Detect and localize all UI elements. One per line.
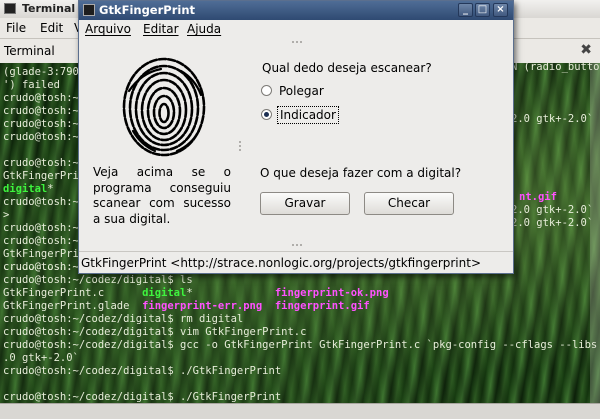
terminal-line-segment: crudo@tosh:~/ [3, 196, 86, 208]
app-title: GtkFingerPrint [99, 3, 195, 17]
terminal-line: crudo@tosh:~/codez/digital$ ./GtkFingerP… [3, 365, 281, 378]
terminal-line-segment: digital [3, 183, 48, 195]
status-text: GtkFingerPrint <http://strace.nonlogic.o… [81, 256, 482, 270]
terminal-line: crudo@tosh:~/ [3, 157, 85, 170]
terminal-title: Terminal [22, 2, 76, 15]
terminal-line-segment: crudo@tosh:~/codez/digital$ ./GtkFingerP… [3, 365, 282, 377]
terminal-line: (glade-3:7906 [3, 66, 85, 79]
terminal-line: crudo@tosh:~/codez/digital$ ls [3, 274, 193, 287]
terminal-line-segment: crudo@tosh:~/ [3, 157, 86, 169]
terminal-scrollbar[interactable] [590, 63, 600, 403]
terminal-line-segment: fingerprint-ok.png [274, 287, 389, 299]
app-titlebar[interactable]: GtkFingerPrint _ □ × [79, 1, 513, 21]
terminal-line: ') failed [3, 79, 60, 92]
terminal-line: crudo@tosh:~/ [3, 222, 85, 235]
close-tab-icon[interactable]: ✖ [580, 42, 592, 58]
terminal-line: .0 gtk+-2.0` [3, 352, 79, 365]
terminal-line: crudo@tosh:~/ [3, 196, 85, 209]
terminal-line-segment: crudo@tosh:~/codez/digital$ rm digital [3, 313, 244, 325]
terminal-line-segment: crudo@tosh:~/ [3, 92, 86, 104]
terminal-line-fragment: nt.gif [519, 191, 557, 203]
terminal-line-segment: .0 gtk+-2.0` [3, 352, 79, 364]
terminal-line-segment: (glade-3:7906 [3, 66, 86, 78]
minimize-button[interactable]: _ [458, 3, 473, 17]
terminal-line-segment: crudo@tosh:~/ [3, 131, 86, 143]
terminal-line: crudo@tosh:~/codez/digital$ ./GtkFingerP… [3, 391, 281, 403]
terminal-line-segment: crudo@tosh:~/codez/digital$ gcc -o GtkFi… [3, 339, 598, 351]
terminal-line-segment: fingerprint-err.png [142, 300, 263, 312]
menu-editar[interactable]: Editar [143, 22, 179, 36]
terminal-line: crudo@tosh:~/ [3, 118, 85, 131]
menu-ajuda[interactable]: Ajuda [187, 22, 221, 36]
radio-indicador-indicator[interactable] [261, 109, 272, 120]
terminal-menu-edit[interactable]: Edit [40, 21, 63, 35]
radio-polegar-label[interactable]: Polegar [279, 84, 324, 98]
terminal-line-segment: fingerprint.gif [274, 300, 370, 312]
maximize-button[interactable]: □ [475, 3, 490, 17]
app-icon [83, 4, 95, 16]
fingerprint-image [122, 57, 206, 157]
terminal-line-segment: crudo@tosh:~/ [3, 222, 86, 234]
terminal-bottom-edge [0, 403, 600, 419]
terminal-line: crudo@tosh:~/ [3, 131, 85, 144]
terminal-line-segment: ') failed [3, 79, 60, 91]
terminal-line: crudo@tosh:~/ [3, 105, 85, 118]
radio-indicador-label[interactable]: Indicador [277, 106, 339, 124]
terminal-app-icon [4, 3, 16, 14]
gtkfingerprint-window: GtkFingerPrint _ □ × Arquivo Editar Ajud… [78, 0, 514, 274]
terminal-line-fragment: 2.0 gtk+-2.0` [511, 113, 594, 125]
terminal-menu-file[interactable]: File [6, 21, 26, 35]
statusbar: GtkFingerPrint <http://strace.nonlogic.o… [79, 251, 513, 274]
finger-question: Qual dedo deseja escanear? [262, 61, 432, 75]
terminal-line: > [3, 209, 9, 222]
gravar-button[interactable]: Gravar [260, 192, 350, 215]
radio-polegar-indicator[interactable] [261, 85, 272, 96]
terminal-line-fragment: 2.0 gtk+-2.0` [511, 217, 594, 229]
terminal-line: crudo@tosh:~/codez/digital$ vim GtkFinge… [3, 326, 306, 339]
terminal-line: crudo@tosh:~/codez/digital$ gcc -o GtkFi… [3, 339, 600, 352]
terminal-line-segment: crudo@tosh:~/codez/digital$ vim GtkFinge… [3, 326, 307, 338]
radio-indicador[interactable]: Indicador [259, 105, 379, 125]
terminal-line-segment: GtkFingerPrint.glade [3, 300, 143, 312]
terminal-line-segment [262, 300, 275, 312]
pane-handle-top[interactable] [291, 41, 303, 43]
app-menubar: Arquivo Editar Ajuda [79, 20, 513, 39]
action-question: O que deseja fazer com a digital? [260, 166, 462, 180]
pane-handle-bottom[interactable] [291, 244, 303, 246]
terminal-line-segment: crudo@tosh:~/ [3, 235, 86, 247]
terminal-line-segment: * [47, 183, 54, 195]
scan-result-description: Veja acima se o programa conseguiu scane… [93, 165, 231, 226]
terminal-line-segment: digital [142, 287, 187, 299]
terminal-line-segment: crudo@tosh:~/codez/digital$ ./GtkFingerP… [3, 391, 282, 403]
checar-button[interactable]: Checar [364, 192, 454, 215]
terminal-line-segment [193, 287, 275, 299]
terminal-line-fragment: 2.0 gtk+-2.0` [511, 204, 594, 216]
terminal-line-segment: crudo@tosh:~/ [3, 118, 86, 130]
terminal-line-segment: > [3, 209, 10, 221]
terminal-tab[interactable]: Terminal [4, 44, 55, 58]
radio-polegar[interactable]: Polegar [259, 81, 379, 101]
pane-handle-middle[interactable] [239, 140, 241, 152]
menu-arquivo[interactable]: Arquivo [85, 22, 131, 36]
terminal-line-segment: crudo@tosh:~/ [3, 105, 86, 117]
terminal-line: crudo@tosh:~/codez/digital$ rm digital [3, 313, 243, 326]
terminal-line: crudo@tosh:~/ [3, 92, 85, 105]
terminal-line: GtkFingerPrint.glade fingerprint-err.png… [3, 300, 370, 313]
terminal-line-segment: GtkFingerPrint.c [3, 287, 143, 299]
terminal-line: GtkFingerPrint.c digital* fingerprint-ok… [3, 287, 389, 300]
close-button[interactable]: × [493, 3, 508, 17]
terminal-line: crudo@tosh:~/ [3, 235, 85, 248]
terminal-line-fragment: N (radio_button [511, 63, 600, 73]
terminal-line: digital* [3, 183, 54, 196]
terminal-line-segment: crudo@tosh:~/codez/digital$ ls [3, 274, 193, 286]
